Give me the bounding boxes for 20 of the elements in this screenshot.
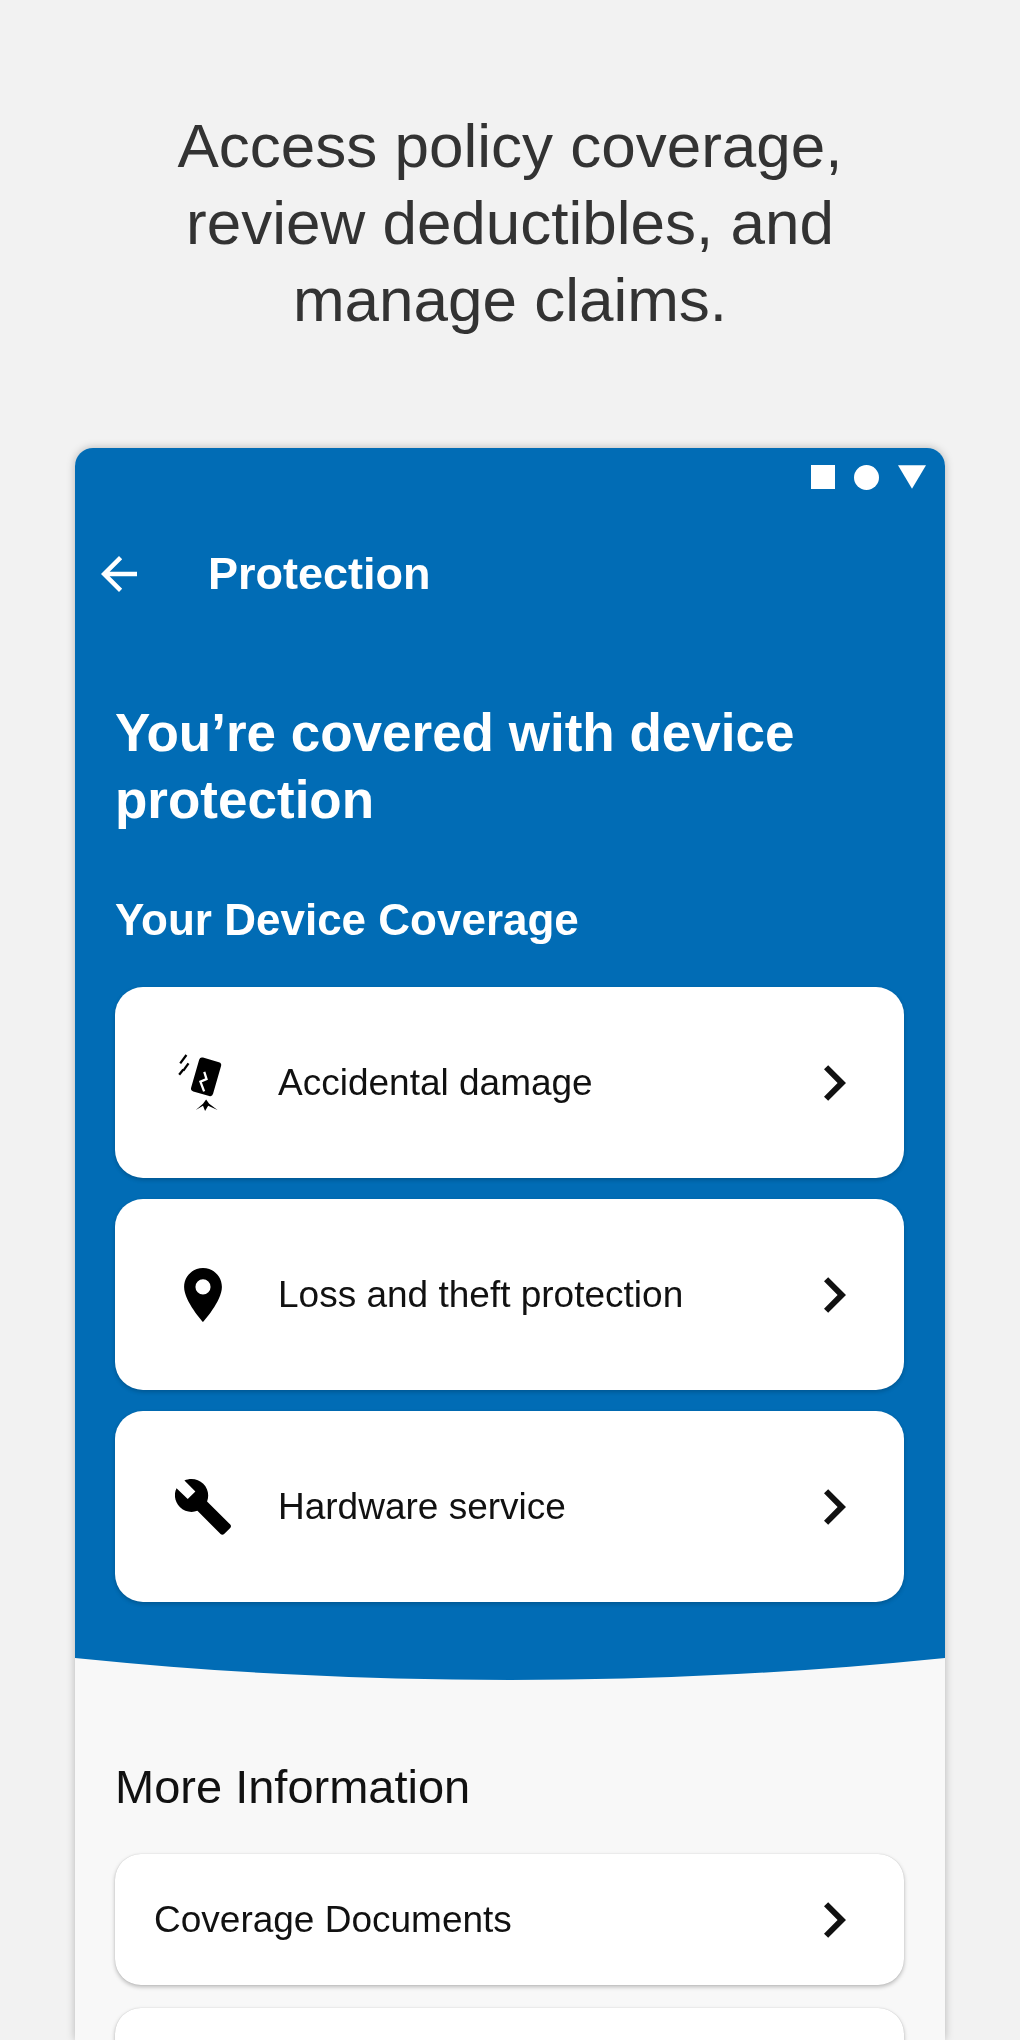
location-pin-icon: [184, 1267, 222, 1322]
coverage-card[interactable]: Accidental damage: [115, 987, 904, 1178]
back-button[interactable]: [100, 555, 138, 593]
headline-text: Access policy coverage, review deductibles, and manage claims.: [176, 110, 844, 336]
section-heading: Your Device Coverage: [115, 894, 580, 946]
wrench-icon: [175, 1478, 231, 1535]
coverage-card[interactable]: Hardware service: [115, 1411, 904, 1602]
chevron-right-icon: [824, 1064, 846, 1101]
triangle-icon: [898, 465, 926, 489]
dot-icon: [854, 464, 879, 490]
section-heading: More Information: [115, 1759, 472, 1815]
square-icon: [811, 465, 835, 489]
coverage-card[interactable]: Loss and theft protection: [115, 1199, 904, 1390]
chevron-right-icon: [824, 1488, 846, 1525]
toolbar-title: Protection: [208, 547, 431, 601]
chevron-right-icon: [824, 1276, 846, 1313]
hero-title: You’re covered with device protection: [115, 702, 796, 831]
info-card[interactable]: Coverage Documents: [115, 1854, 904, 1985]
back-arrow-icon: [101, 556, 137, 592]
chevron-right-icon: [824, 1901, 846, 1938]
